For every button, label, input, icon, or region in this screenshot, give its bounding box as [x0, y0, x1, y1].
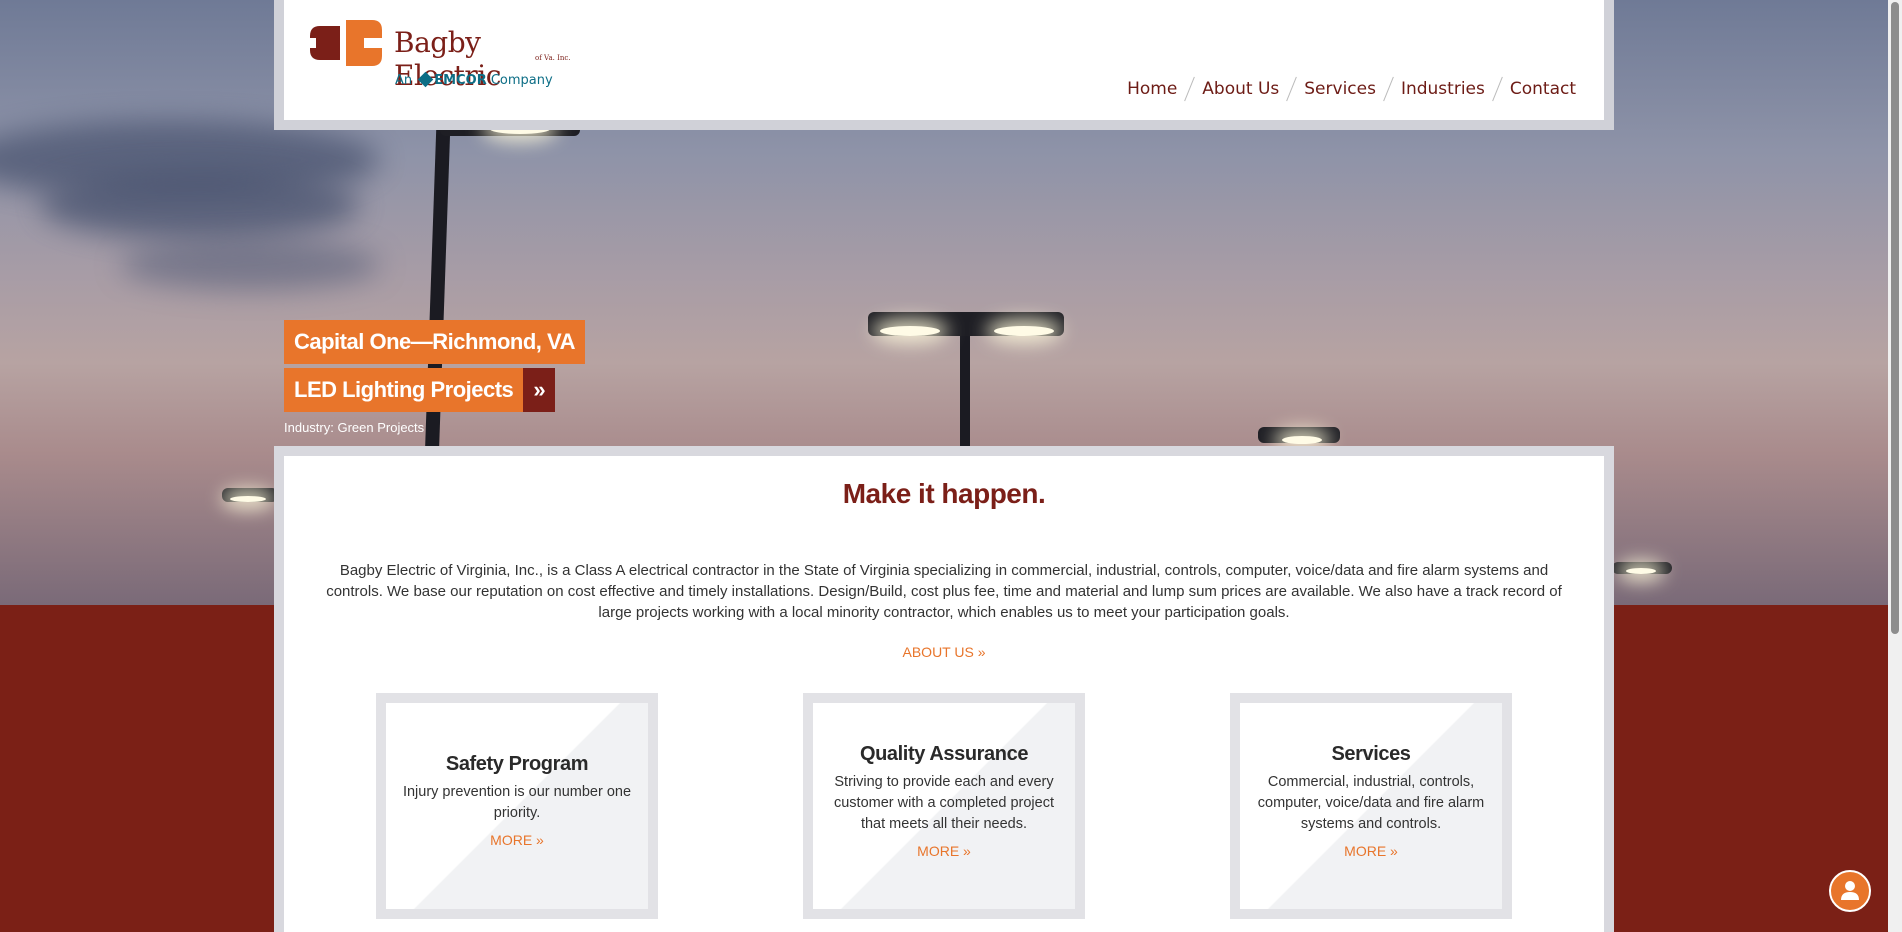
lamp-glow [880, 326, 940, 336]
about-us-link-text[interactable]: ABOUT US » [903, 644, 986, 660]
feature-box-inner: Services Commercial, industrial, control… [1240, 703, 1502, 909]
nav-home[interactable]: Home [1127, 79, 1177, 99]
feature-box-services: Services Commercial, industrial, control… [1230, 693, 1512, 919]
box-more-link[interactable]: MORE » [386, 832, 648, 848]
nav-industries[interactable]: Industries [1401, 79, 1485, 99]
lamp-glow [1282, 436, 1322, 444]
plug-logo-icon [310, 20, 382, 66]
box-title: Quality Assurance [859, 743, 1029, 765]
page-headline: Make it happen. [842, 478, 1046, 509]
feature-subtitle: LED Lighting Projects [294, 377, 514, 402]
lamp-glow [994, 326, 1054, 336]
emcor-suffix: Company [490, 73, 553, 88]
feature-title[interactable]: Capital One—Richmond, VA [284, 320, 585, 364]
feature-box-quality: Quality Assurance Striving to provide ea… [803, 693, 1085, 919]
lamp-glow [1626, 568, 1656, 574]
box-more-link[interactable]: MORE » [813, 843, 1075, 859]
nav-divider [1184, 76, 1196, 102]
feature-industry: Industry: Green Projects [284, 420, 425, 435]
cloud-shape [120, 240, 380, 290]
box-more-link[interactable]: MORE » [1240, 843, 1502, 859]
box-text: Commercial, industrial, controls, comput… [1257, 774, 1485, 832]
emcor-name: EMCOR [434, 73, 487, 88]
feature-box-inner: Quality Assurance Striving to provide ea… [813, 703, 1075, 909]
main-nav: Home About Us Services Industries Contac… [1127, 76, 1576, 102]
nav-divider [1286, 76, 1298, 102]
feature-box-safety: Safety Program Injury prevention is our … [376, 693, 658, 919]
nav-about-us[interactable]: About Us [1202, 79, 1279, 99]
emcor-tagline: An EMCOR Company [395, 71, 553, 88]
nav-divider [1383, 76, 1394, 102]
feature-arrow-button[interactable]: » [523, 368, 556, 412]
box-text: Striving to provide each and every custo… [833, 774, 1054, 832]
brand-sub: of Va. Inc. [535, 54, 571, 62]
lamp-glow [230, 496, 266, 502]
box-title: Safety Program [445, 753, 589, 775]
box-text: Injury prevention is our number one prio… [402, 784, 632, 821]
about-us-link: ABOUT US » [284, 644, 1604, 660]
nav-services[interactable]: Services [1304, 79, 1376, 99]
feature-box-inner: Safety Program Injury prevention is our … [386, 703, 648, 909]
intro-paragraph: Bagby Electric of Virginia, Inc., is a C… [326, 562, 1562, 621]
emcor-diamond-icon [418, 71, 434, 88]
nav-divider [1492, 76, 1503, 102]
feature-subtitle-link[interactable]: LED Lighting Projects » [284, 368, 556, 412]
cloud-shape [40, 170, 360, 240]
content-card: Make it happen. Bagby Electric of Virgin… [284, 456, 1604, 932]
emcor-prefix: An [395, 73, 413, 88]
box-title: Services [1331, 743, 1411, 765]
user-icon [1841, 881, 1859, 900]
user-account-button[interactable] [1829, 870, 1871, 912]
page-scrollbar[interactable] [1888, 0, 1902, 932]
scrollbar-thumb[interactable] [1891, 2, 1899, 634]
nav-contact[interactable]: Contact [1510, 79, 1576, 99]
site-logo[interactable]: Bagby Electric of Va. Inc. An EMCOR Comp… [310, 20, 580, 100]
